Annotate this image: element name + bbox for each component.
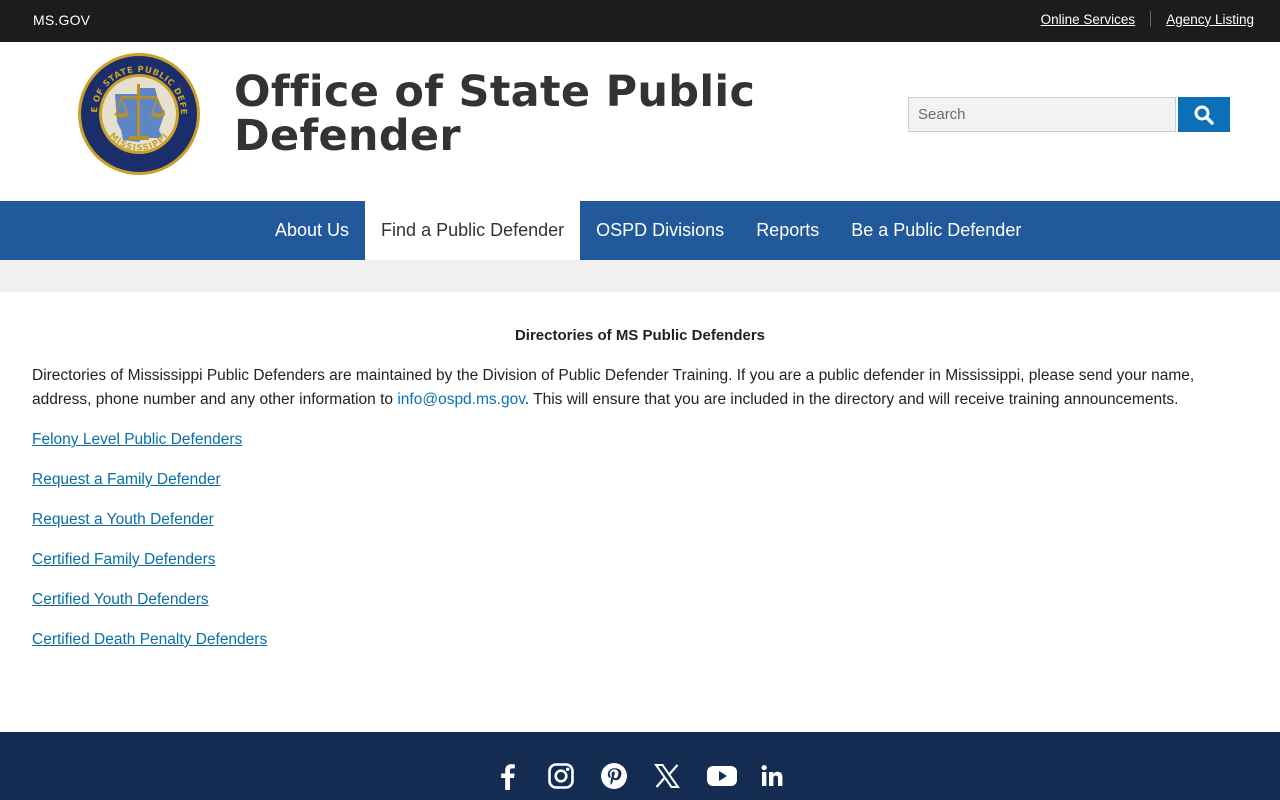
list-item: Request a Family Defender	[32, 468, 267, 508]
list-item: Certified Youth Defenders	[32, 588, 267, 628]
certified-death-penalty-defenders-link[interactable]: Certified Death Penalty Defenders	[32, 631, 267, 648]
nav-about-us[interactable]: About Us	[259, 201, 365, 260]
list-item: Felony Level Public Defenders	[32, 428, 267, 468]
x-icon[interactable]	[653, 760, 706, 792]
facebook-icon[interactable]	[494, 760, 547, 792]
nav-ospd-divisions[interactable]: OSPD Divisions	[580, 201, 740, 260]
instagram-icon[interactable]	[547, 760, 600, 792]
certified-family-defenders-link[interactable]: Certified Family Defenders	[32, 551, 215, 568]
utility-bar: MS.GOV Online Services Agency Listing	[0, 0, 1280, 42]
agency-listing-link[interactable]: Agency Listing	[1166, 12, 1254, 27]
intro-text-end: . This will ensure that you are included…	[524, 391, 1179, 408]
search-button[interactable]	[1178, 97, 1230, 132]
nav-reports[interactable]: Reports	[740, 201, 835, 260]
state-seal-logo[interactable]: OFFICE OF STATE PUBLIC DEFENDER MISSISSI…	[77, 52, 201, 176]
search-icon	[1194, 105, 1214, 125]
email-link[interactable]: info@ospd.ms.gov	[397, 391, 524, 408]
list-item: Request a Youth Defender	[32, 508, 267, 548]
main-nav: About Us Find a Public Defender OSPD Div…	[0, 201, 1280, 260]
search-input[interactable]	[908, 97, 1176, 132]
request-family-defender-link[interactable]: Request a Family Defender	[32, 471, 221, 488]
online-services-link[interactable]: Online Services	[1041, 12, 1136, 27]
certified-youth-defenders-link[interactable]: Certified Youth Defenders	[32, 591, 209, 608]
msgov-link[interactable]: MS.GOV	[33, 12, 90, 28]
nav-find-a-public-defender[interactable]: Find a Public Defender	[365, 201, 581, 260]
social-links	[494, 760, 812, 792]
intro-paragraph: Directories of Mississippi Public Defend…	[32, 364, 1248, 412]
utility-divider	[1150, 11, 1152, 27]
site-footer	[0, 732, 1280, 800]
list-item: Certified Death Penalty Defenders	[32, 628, 267, 668]
felony-level-defenders-link[interactable]: Felony Level Public Defenders	[32, 431, 242, 448]
nav-be-a-public-defender[interactable]: Be a Public Defender	[835, 201, 1037, 260]
breadcrumb-band	[0, 260, 1280, 292]
linkedin-icon[interactable]	[759, 760, 812, 792]
list-item: Certified Family Defenders	[32, 548, 267, 588]
site-title[interactable]: Office of State Public Defender	[234, 70, 794, 158]
pinterest-icon[interactable]	[600, 760, 653, 792]
youtube-icon[interactable]	[706, 760, 759, 792]
page-heading: Directories of MS Public Defenders	[514, 327, 766, 344]
directory-links: Felony Level Public Defenders Request a …	[32, 428, 267, 668]
utility-links: Online Services Agency Listing	[1041, 11, 1254, 27]
site-header: OFFICE OF STATE PUBLIC DEFENDER MISSISSI…	[0, 42, 1280, 201]
request-youth-defender-link[interactable]: Request a Youth Defender	[32, 511, 214, 528]
